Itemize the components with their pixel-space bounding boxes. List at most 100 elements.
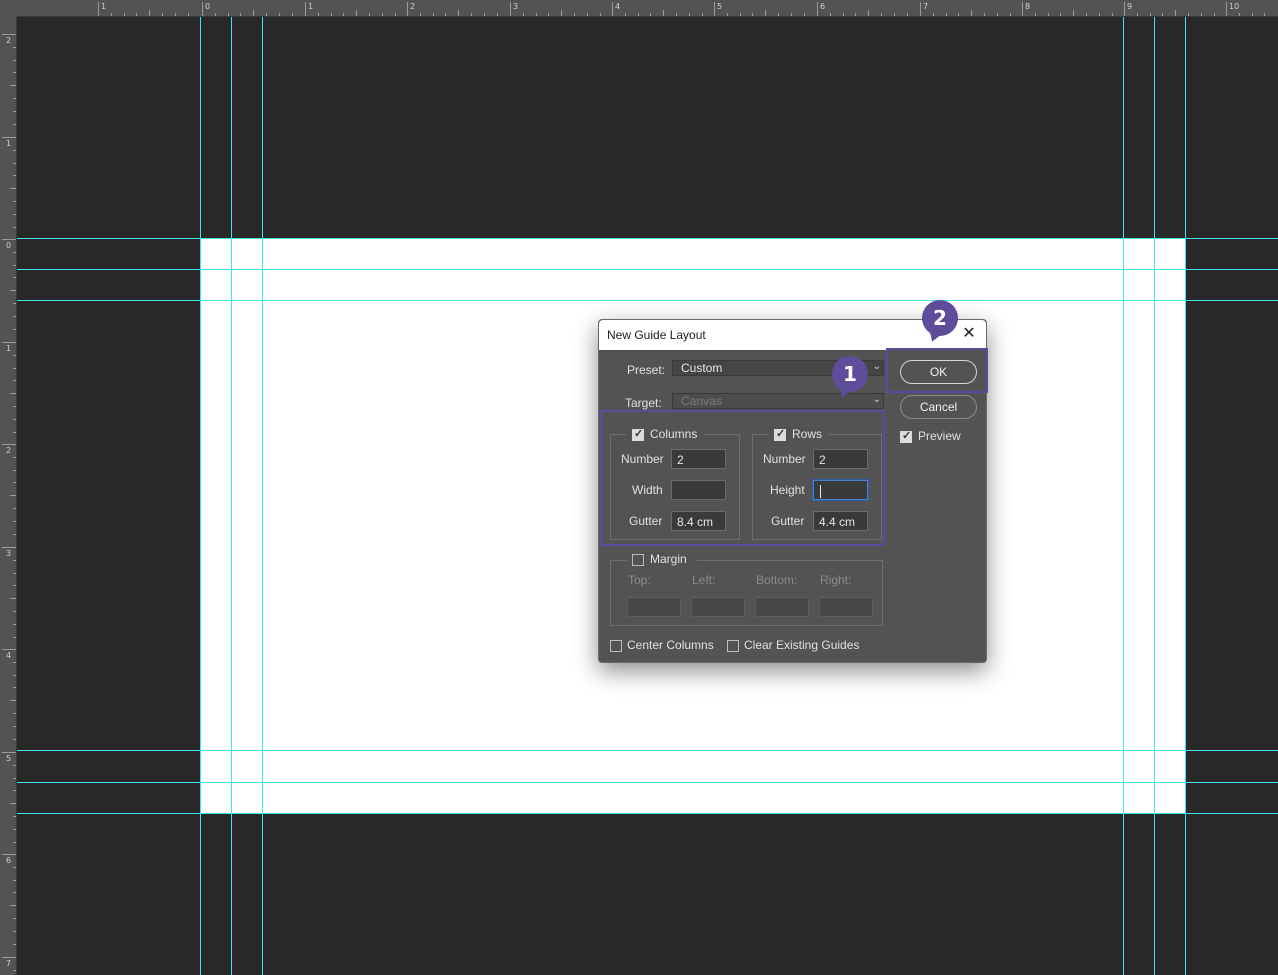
ruler-label: 1: [101, 2, 107, 11]
guide-vertical[interactable]: [1154, 17, 1155, 975]
ruler-minor-tick: [522, 13, 524, 16]
preview-checkbox[interactable]: [900, 429, 912, 443]
ruler-minor-tick: [10, 803, 16, 805]
highlight-columns-rows: [600, 410, 885, 546]
ruler-tick: [2, 547, 16, 548]
margin-top-input[interactable]: [627, 597, 681, 617]
ruler-label: 8: [1025, 2, 1031, 11]
guide-horizontal[interactable]: [17, 269, 1278, 270]
ruler-minor-tick: [676, 13, 677, 16]
margin-right-input[interactable]: [819, 597, 873, 617]
ruler-tick: [305, 2, 306, 16]
ruler-minor-tick: [13, 226, 16, 228]
ruler-origin[interactable]: [0, 0, 17, 17]
ruler-tick: [817, 2, 818, 16]
ruler-label: 3: [513, 2, 519, 11]
ruler-minor-tick: [13, 969, 16, 971]
close-icon[interactable]: ✕: [961, 325, 977, 343]
ruler-minor-tick: [356, 10, 358, 16]
ruler-minor-tick: [13, 303, 16, 304]
ruler-label: 0: [205, 2, 211, 11]
ruler-minor-tick: [13, 892, 16, 894]
margin-bottom-input[interactable]: [755, 597, 809, 617]
guide-horizontal[interactable]: [17, 238, 1278, 239]
ruler-minor-tick: [1060, 13, 1062, 16]
margin-right-label: Right:: [820, 573, 852, 587]
ruler-minor-tick: [574, 13, 575, 16]
ruler-tick: [2, 854, 16, 855]
ruler-minor-tick: [1086, 13, 1087, 16]
ruler-tick: [2, 957, 16, 958]
ruler-minor-tick: [13, 110, 16, 112]
ruler-minor-tick: [13, 456, 16, 458]
ruler-minor-tick: [266, 13, 267, 16]
ruler-minor-tick: [1200, 13, 1202, 16]
ruler-minor-tick: [688, 13, 690, 16]
vertical-ruler[interactable]: 2 1 0 1 2 3 4 5 6 7: [0, 17, 17, 975]
ruler-minor-tick: [13, 841, 16, 843]
ruler-minor-tick: [906, 13, 908, 16]
center-columns-checkbox[interactable]: [610, 640, 622, 652]
ruler-tick: [1124, 2, 1125, 16]
ruler-minor-tick: [13, 674, 16, 676]
ruler-minor-tick: [1098, 13, 1100, 16]
ruler-minor-tick: [13, 943, 16, 945]
ruler-minor-tick: [13, 406, 16, 407]
ruler-minor-tick: [13, 59, 16, 61]
ruler-minor-tick: [149, 10, 151, 16]
ruler-minor-tick: [445, 13, 447, 16]
guide-vertical[interactable]: [1123, 17, 1124, 975]
chevron-down-icon: ⌄: [872, 394, 881, 405]
ruler-minor-tick: [13, 866, 16, 868]
ruler-minor-tick: [790, 13, 792, 16]
ruler-minor-tick: [13, 123, 16, 125]
guide-vertical[interactable]: [231, 17, 232, 975]
clear-guides-checkbox[interactable]: [727, 640, 739, 652]
ruler-minor-tick: [13, 380, 16, 382]
guide-horizontal[interactable]: [17, 813, 1278, 814]
ruler-minor-tick: [10, 188, 16, 190]
margin-checkbox[interactable]: [632, 554, 644, 566]
ruler-minor-tick: [471, 13, 472, 16]
ruler-minor-tick: [381, 13, 383, 16]
ruler-minor-tick: [996, 13, 998, 16]
ruler-minor-tick: [330, 13, 332, 16]
ruler-minor-tick: [10, 495, 16, 497]
ruler-minor-tick: [945, 13, 947, 16]
guide-horizontal[interactable]: [17, 782, 1278, 783]
margin-top-label: Top:: [628, 573, 651, 587]
cancel-button[interactable]: Cancel: [900, 395, 977, 419]
ruler-minor-tick: [13, 469, 16, 471]
horizontal-ruler[interactable]: 1 0 1 2 3 4 5 6 7 8 9 10: [0, 0, 1278, 17]
target-value: Canvas: [681, 394, 722, 408]
ruler-minor-tick: [599, 13, 601, 16]
guide-vertical[interactable]: [262, 17, 263, 975]
target-select[interactable]: Canvas ⌄: [672, 393, 884, 409]
preset-label: Preset:: [627, 363, 666, 377]
margin-left-input[interactable]: [691, 597, 745, 617]
ruler-minor-tick: [13, 559, 16, 561]
ruler-tick: [2, 239, 16, 240]
target-label: Target:: [625, 396, 662, 410]
ruler-minor-tick: [13, 431, 16, 433]
guide-vertical[interactable]: [200, 17, 201, 975]
ruler-tick: [2, 752, 16, 753]
ruler-minor-tick: [586, 13, 588, 16]
step-1-badge: 1: [832, 356, 868, 392]
ruler-tick: [510, 2, 511, 16]
ruler-minor-tick: [868, 10, 870, 16]
preset-value: Custom: [681, 361, 723, 375]
ruler-minor-tick: [1162, 13, 1164, 16]
ruler-minor-tick: [10, 905, 16, 907]
ruler-tick: [407, 2, 408, 16]
ruler-label: 0: [6, 241, 12, 250]
ruler-label: 6: [820, 2, 826, 11]
ruler-minor-tick: [13, 418, 16, 420]
ruler-minor-tick: [829, 13, 831, 16]
guide-vertical[interactable]: [1185, 17, 1186, 975]
ruler-label: 3: [6, 549, 12, 558]
ruler-label: 9: [1127, 2, 1133, 11]
guide-horizontal[interactable]: [17, 750, 1278, 751]
ruler-minor-tick: [10, 290, 16, 292]
guide-horizontal[interactable]: [17, 300, 1278, 301]
